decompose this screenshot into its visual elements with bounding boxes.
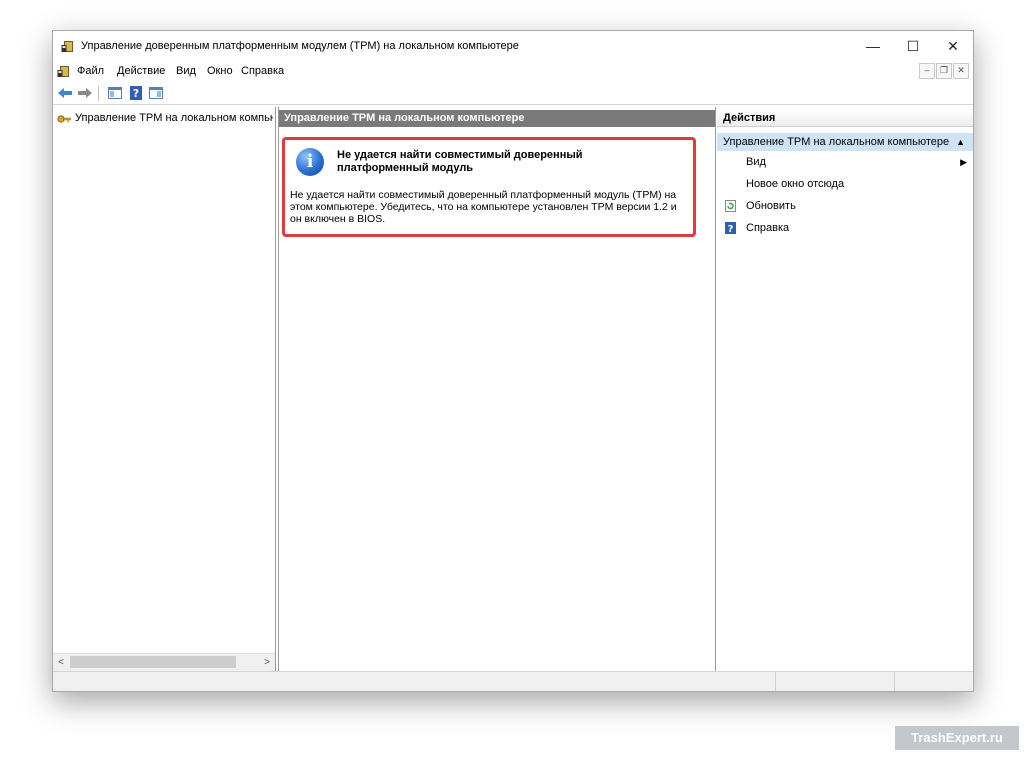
scroll-thumb[interactable] <box>70 656 236 668</box>
mdi-controls: – ❐ ✕ <box>919 63 969 79</box>
tpm-app-icon <box>61 41 73 52</box>
status-cell <box>775 672 894 691</box>
menu-window[interactable]: Окно <box>207 65 233 77</box>
close-button[interactable]: ✕ <box>933 31 973 61</box>
info-icon: i <box>296 148 324 176</box>
menu-bar: Файл Действие Вид Окно Справка <box>53 61 973 81</box>
message-text: Не удается найти совместимый доверенный … <box>290 189 677 225</box>
svg-text:?: ? <box>133 87 139 100</box>
tree-item-tpm-management[interactable]: Управление TPM на локальном компьютере <box>55 111 273 127</box>
window-title: Управление доверенным платформенным моду… <box>81 40 519 52</box>
menu-view[interactable]: Вид <box>176 65 196 77</box>
help-icon: ? <box>725 222 736 234</box>
help-icon[interactable]: ? <box>128 85 144 101</box>
status-cell <box>894 672 973 691</box>
status-bar <box>53 671 973 691</box>
action-refresh-label: Обновить <box>746 200 796 212</box>
console-doc-icon[interactable] <box>57 65 70 78</box>
actions-section-tpm[interactable]: Управление TPM на локальном компьютере ▲ <box>717 133 973 151</box>
result-pane: Управление TPM на локальном компьютере i… <box>278 107 716 671</box>
menu-help[interactable]: Справка <box>241 65 284 77</box>
show-hide-tree-icon[interactable] <box>107 85 123 101</box>
actions-header: Действия <box>717 110 973 127</box>
action-new-window-label: Новое окно отсюда <box>746 178 845 190</box>
action-new-window[interactable]: Новое окно отсюда <box>717 175 973 193</box>
action-refresh[interactable]: Обновить <box>717 197 973 215</box>
action-view[interactable]: Вид ▶ <box>717 153 973 171</box>
tree-item-label: Управление TPM на локальном компьютере <box>75 112 273 124</box>
mmc-window: Управление доверенным платформенным моду… <box>52 30 974 692</box>
mdi-close-button[interactable]: ✕ <box>953 63 969 79</box>
forward-arrow-icon[interactable] <box>77 85 93 101</box>
mdi-restore-button[interactable]: ❐ <box>936 63 952 79</box>
svg-text:?: ? <box>728 224 734 234</box>
tpm-key-icon <box>57 115 71 123</box>
watermark: TrashExpert.ru <box>895 726 1019 750</box>
console-tree-pane: Управление TPM на локальном компьютере <… <box>53 107 276 671</box>
title-bar: Управление доверенным платформенным моду… <box>53 31 973 61</box>
actions-section-label: Управление TPM на локальном компьютере <box>723 136 950 148</box>
submenu-arrow-icon: ▶ <box>960 157 967 167</box>
toolbar-separator <box>98 86 99 101</box>
back-arrow-icon[interactable] <box>57 85 73 101</box>
menu-action[interactable]: Действие <box>117 65 165 77</box>
toolbar: ? <box>53 82 973 105</box>
actions-pane: Действия Управление TPM на локальном ком… <box>717 107 973 671</box>
action-help-label: Справка <box>746 222 790 234</box>
menu-file[interactable]: Файл <box>77 65 104 77</box>
collapse-up-icon[interactable]: ▲ <box>956 133 965 151</box>
scroll-left-button[interactable]: < <box>53 655 69 670</box>
action-help[interactable]: ? Справка <box>717 219 973 237</box>
refresh-icon <box>725 200 736 212</box>
scroll-right-button[interactable]: > <box>259 655 275 670</box>
show-hide-action-pane-icon[interactable] <box>148 85 164 101</box>
result-pane-header: Управление TPM на локальном компьютере <box>279 110 715 127</box>
horizontal-scrollbar[interactable]: < > <box>53 653 275 671</box>
mdi-minimize-button[interactable]: – <box>919 63 935 79</box>
minimize-button[interactable]: — <box>853 31 893 61</box>
action-view-label: Вид <box>746 156 766 168</box>
tpm-not-found-message: i Не удается найти совместимый доверенны… <box>282 137 696 237</box>
maximize-button[interactable]: ☐ <box>893 31 933 61</box>
message-title: Не удается найти совместимый доверенный … <box>337 149 583 174</box>
